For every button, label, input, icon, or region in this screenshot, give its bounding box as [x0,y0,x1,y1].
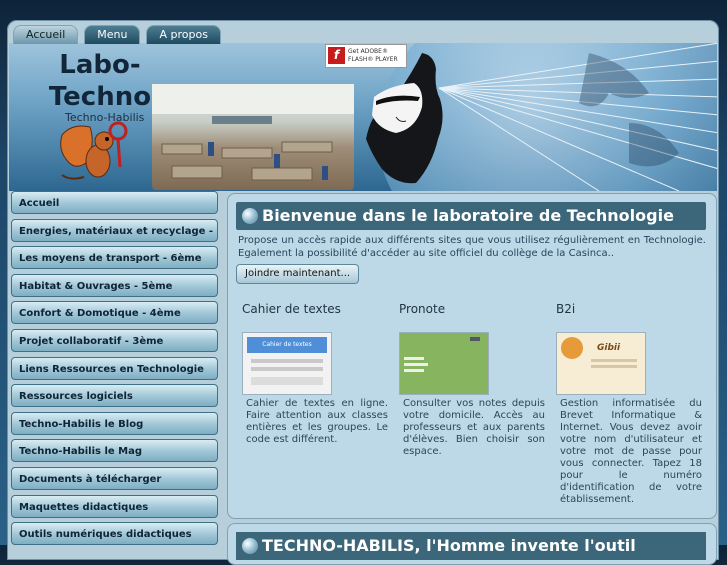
column-b2i: B2i Gibii Gestion informatisée du Brevet… [556,302,706,505]
column-desc-cahier: Cahier de textes en ligne. Faire attenti… [246,398,388,445]
column-desc-pronote: Consulter vos notes depuis votre domicil… [403,398,545,457]
bullet-icon [242,208,258,224]
techno-habilis-header: TECHNO-HABILIS, l'Homme invente l'outil [236,532,706,560]
welcome-intro: Propose un accès rapide aux différents s… [238,235,706,259]
site-title-line1: Labo- [59,50,141,80]
sidebar-item-energies[interactable]: Energies, matériaux et recyclage - [11,218,218,242]
sidebar-menu: Accueil Energies, matériaux et recyclage… [11,191,219,550]
column-title-pronote[interactable]: Pronote [399,302,549,316]
corsica-flag-image [366,53,443,184]
sidebar-item-projet[interactable]: Projet collaboratif - 3ème [11,328,218,352]
sidebar-item-mag[interactable]: Techno-Habilis le Mag [11,439,218,463]
column-desc-b2i: Gestion informatisée du Brevet Informati… [560,398,702,505]
cahier-thumb-line [251,377,323,385]
tab-a-propos[interactable]: A propos [146,25,221,44]
site-header: Labo- Techno Techno-Habilis f Get ADOBE®… [9,43,717,191]
gibii-logo-icon [561,337,583,359]
column-title-b2i[interactable]: B2i [556,302,706,316]
column-title-cahier[interactable]: Cahier de textes [242,302,392,316]
sidebar-item-habitat[interactable]: Habitat & Ouvrages - 5ème [11,273,218,297]
cahier-thumbnail[interactable]: Cahier de textes [242,332,332,395]
bullet-icon [242,538,258,554]
cahier-thumb-line [251,367,323,371]
site-subtitle: Techno-Habilis [65,111,145,124]
sidebar-item-outils[interactable]: Outils numériques didactiques [11,522,218,546]
sidebar-item-documents[interactable]: Documents à télécharger [11,466,218,490]
techno-habilis-panel: TECHNO-HABILIS, l'Homme invente l'outil [227,523,717,565]
sidebar-item-blog[interactable]: Techno-Habilis le Blog [11,411,218,435]
sidebar-item-liens[interactable]: Liens Ressources en Technologie [11,356,218,380]
pronote-thumb-line [404,363,428,366]
b2i-thumb-caption: Gibii [597,343,621,353]
pronote-thumb-mark [470,337,480,341]
welcome-panel: Bienvenue dans le laboratoire de Technol… [227,193,717,519]
sidebar-item-logiciels[interactable]: Ressources logiciels [11,384,218,408]
top-tabs: Accueil Menu A propos [13,25,221,44]
cahier-thumb-line [251,359,323,363]
column-pronote: Pronote Consulter vos notes depuis votre… [399,302,549,457]
classroom-photo [152,84,354,190]
pronote-thumbnail[interactable] [399,332,489,395]
sidebar-item-maquettes[interactable]: Maquettes didactiques [11,494,218,518]
flash-logo-icon: f [328,47,345,64]
cahier-thumb-caption: Cahier de textes [247,337,327,353]
network-rays-graphic [439,43,717,191]
tab-accueil[interactable]: Accueil [13,25,79,44]
b2i-thumbnail[interactable]: Gibii [556,332,646,395]
techno-habilis-title: TECHNO-HABILIS, l'Homme invente l'outil [262,536,636,555]
column-cahier: Cahier de textes Cahier de textes Cahier… [242,302,392,445]
pronote-thumb-line [404,369,424,372]
sidebar-item-confort[interactable]: Confort & Domotique - 4ème [11,301,218,325]
welcome-title: Bienvenue dans le laboratoire de Technol… [262,206,674,225]
join-button[interactable]: Joindre maintenant... [236,264,360,284]
b2i-thumb-line [591,359,637,362]
welcome-header: Bienvenue dans le laboratoire de Technol… [236,202,706,230]
sidebar-item-transport[interactable]: Les moyens de transport - 6ème [11,246,218,270]
pronote-thumb-line [404,357,424,360]
sidebar-item-accueil[interactable]: Accueil [11,191,218,214]
site-title: Labo- Techno [45,49,155,113]
b2i-thumb-line [591,365,637,368]
tab-menu[interactable]: Menu [84,25,141,44]
